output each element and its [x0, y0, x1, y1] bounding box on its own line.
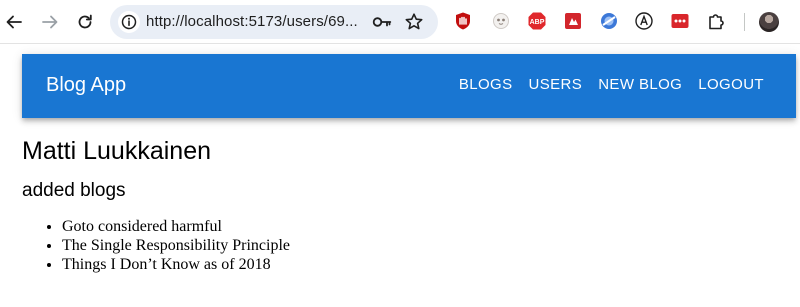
back-button[interactable]	[2, 10, 26, 34]
app-bar: Blog App BLOGS USERS NEW BLOG LOGOUT	[22, 54, 796, 118]
arrow-left-icon	[6, 15, 22, 29]
toolbar-separator	[744, 13, 745, 31]
site-info-icon	[121, 14, 137, 30]
list-item: The Single Responsibility Principle	[62, 236, 796, 255]
arrow-right-icon	[42, 15, 58, 29]
list-item: Things I Don’t Know as of 2018	[62, 255, 796, 274]
nav-blogs-link[interactable]: BLOGS	[451, 76, 521, 93]
red-extension-icon[interactable]	[563, 11, 583, 31]
added-blogs-heading: added blogs	[22, 180, 126, 201]
app-title: Blog App	[46, 74, 127, 96]
app-nav: BLOGS USERS NEW BLOG LOGOUT	[451, 76, 772, 93]
puzzle-icon[interactable]	[706, 11, 726, 31]
key-icon[interactable]	[372, 13, 392, 31]
reload-icon	[78, 14, 92, 29]
reload-button[interactable]	[73, 10, 97, 34]
user-page: Matti Luukkainen added blogs Goto consid…	[22, 136, 796, 274]
nav-logout-link[interactable]: LOGOUT	[690, 76, 772, 93]
user-name-heading: Matti Luukkainen	[22, 137, 212, 165]
a-extension-icon[interactable]	[634, 11, 654, 31]
blog-list: Goto considered harmful The Single Respo…	[22, 217, 796, 274]
svg-text:ABP: ABP	[530, 19, 545, 26]
blue-extension-icon[interactable]	[599, 11, 619, 31]
nav-new-blog-link[interactable]: NEW BLOG	[590, 76, 690, 93]
url-text[interactable]: http://localhost:5173/users/69...	[146, 13, 358, 30]
forward-button[interactable]	[38, 10, 62, 34]
ublock-icon[interactable]	[453, 11, 473, 31]
list-item: Goto considered harmful	[62, 217, 796, 236]
dots-extension-icon[interactable]	[670, 11, 690, 31]
site-info-button[interactable]	[118, 11, 140, 33]
address-bar[interactable]: http://localhost:5173/users/69...	[110, 5, 438, 39]
sloth-icon[interactable]	[491, 11, 511, 31]
adblock-plus-icon[interactable]: ABP	[527, 11, 547, 31]
star-icon[interactable]	[404, 12, 424, 32]
browser-toolbar: http://localhost:5173/users/69... ABP	[0, 0, 800, 44]
avatar[interactable]	[759, 12, 779, 32]
nav-users-link[interactable]: USERS	[521, 76, 591, 93]
